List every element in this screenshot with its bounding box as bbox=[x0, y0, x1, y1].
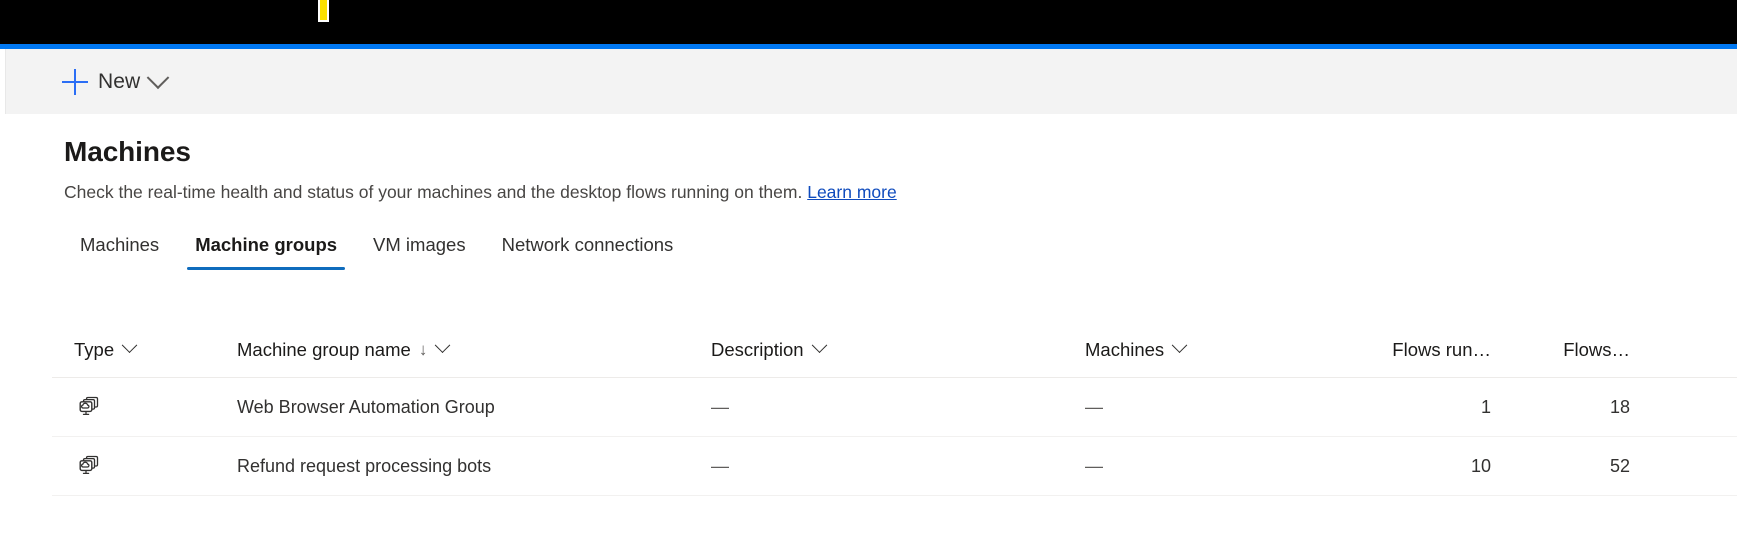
page-title: Machines bbox=[64, 136, 191, 168]
page-subtitle: Check the real-time health and status of… bbox=[64, 182, 897, 203]
browser-chrome-bar bbox=[0, 0, 1737, 44]
row-flows-running: 1 bbox=[1481, 397, 1491, 418]
row-flows-running: 10 bbox=[1471, 456, 1491, 477]
table-row[interactable]: Web Browser Automation Group — — 1 18 bbox=[52, 378, 1737, 437]
sort-descending-icon: ↓ bbox=[419, 341, 428, 358]
tab-vm-images-label: VM images bbox=[373, 234, 466, 255]
machine-group-icon bbox=[74, 392, 104, 422]
row-machine-group-name-cell: Web Browser Automation Group bbox=[217, 397, 692, 418]
row-machine-group-name-cell: Refund request processing bots bbox=[217, 456, 692, 477]
column-header-type-label: Type bbox=[74, 339, 114, 361]
column-header-machines-label: Machines bbox=[1085, 339, 1164, 361]
row-type-cell bbox=[52, 392, 217, 422]
row-flows-running-cell: 1 bbox=[1340, 397, 1538, 418]
row-description-cell: — bbox=[692, 456, 1067, 477]
column-header-flows-queued[interactable]: Flows… bbox=[1538, 339, 1718, 361]
column-header-flows-queued-label: Flows… bbox=[1563, 339, 1630, 361]
row-type-cell bbox=[52, 451, 217, 481]
page-content: Machines Check the real-time health and … bbox=[0, 114, 1737, 548]
chevron-down-icon[interactable] bbox=[814, 344, 825, 355]
row-flows-queued-cell: 18 bbox=[1538, 397, 1718, 418]
machine-group-icon bbox=[74, 451, 104, 481]
tab-list: Machines Machine groups VM images Networ… bbox=[62, 232, 691, 270]
machine-groups-table: Type Machine group name ↓ Description Ma… bbox=[52, 322, 1737, 496]
tab-marker-indicator bbox=[318, 0, 329, 22]
column-header-machine-group-name-label: Machine group name bbox=[237, 339, 411, 361]
row-description: — bbox=[711, 456, 729, 477]
column-header-machines[interactable]: Machines bbox=[1067, 339, 1340, 361]
chevron-down-icon[interactable] bbox=[437, 344, 448, 355]
row-flows-queued: 18 bbox=[1610, 397, 1630, 418]
tab-vm-images[interactable]: VM images bbox=[355, 232, 484, 270]
tab-network-connections-label: Network connections bbox=[502, 234, 674, 255]
row-machines-cell: — bbox=[1067, 397, 1340, 418]
row-flows-queued-cell: 52 bbox=[1538, 456, 1718, 477]
row-machine-group-name: Web Browser Automation Group bbox=[237, 397, 495, 418]
plus-icon bbox=[62, 69, 88, 95]
row-machines: — bbox=[1085, 456, 1103, 477]
row-machine-group-name: Refund request processing bots bbox=[237, 456, 491, 477]
row-description: — bbox=[711, 397, 729, 418]
tab-machine-groups-label: Machine groups bbox=[195, 234, 337, 255]
tab-machines-label: Machines bbox=[80, 234, 159, 255]
row-description-cell: — bbox=[692, 397, 1067, 418]
column-header-description-label: Description bbox=[711, 339, 804, 361]
column-header-flows-running[interactable]: Flows run… bbox=[1340, 339, 1538, 361]
chevron-down-icon[interactable] bbox=[1174, 344, 1185, 355]
column-header-type[interactable]: Type bbox=[52, 339, 217, 361]
command-bar: New bbox=[0, 49, 1737, 114]
table-row[interactable]: Refund request processing bots — — 10 52 bbox=[52, 437, 1737, 496]
tab-machines[interactable]: Machines bbox=[62, 232, 177, 270]
app-root: New Machines Check the real-time health … bbox=[0, 0, 1737, 548]
column-header-machine-group-name[interactable]: Machine group name ↓ bbox=[217, 339, 692, 361]
tab-machine-groups[interactable]: Machine groups bbox=[177, 232, 355, 270]
tab-network-connections[interactable]: Network connections bbox=[484, 232, 692, 270]
new-button[interactable]: New bbox=[56, 61, 172, 103]
chevron-down-icon[interactable] bbox=[124, 344, 135, 355]
column-header-flows-running-label: Flows run… bbox=[1392, 339, 1491, 361]
row-machines-cell: — bbox=[1067, 456, 1340, 477]
row-machines: — bbox=[1085, 397, 1103, 418]
new-button-label: New bbox=[98, 70, 140, 94]
page-subtitle-text: Check the real-time health and status of… bbox=[64, 182, 802, 202]
chevron-down-icon[interactable] bbox=[147, 66, 170, 89]
learn-more-link[interactable]: Learn more bbox=[807, 182, 897, 202]
column-header-description[interactable]: Description bbox=[692, 339, 1067, 361]
table-header-row: Type Machine group name ↓ Description Ma… bbox=[52, 322, 1737, 378]
row-flows-running-cell: 10 bbox=[1340, 456, 1538, 477]
row-flows-queued: 52 bbox=[1610, 456, 1630, 477]
